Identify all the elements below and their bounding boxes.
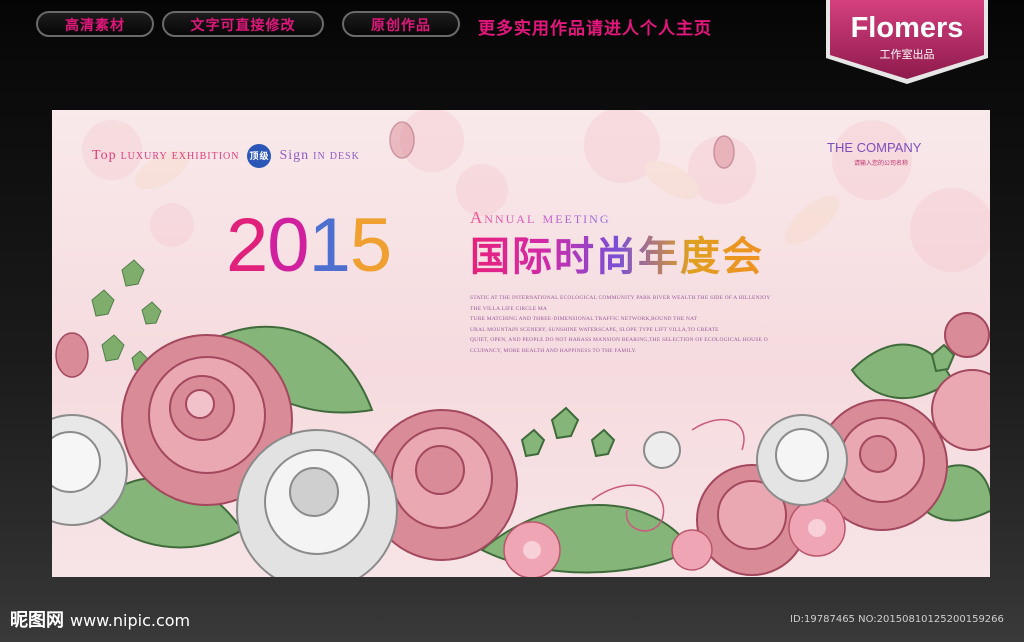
brand-logo: Flomers 工作室出品 [826, 0, 988, 84]
annual-meeting-heading: Annual meeting [470, 208, 611, 227]
year-digit: 1 [308, 203, 351, 288]
company-subtitle: 请输入您的公司名称 [854, 160, 909, 167]
description-paragraph: STATIC AT THE INTERNATIONAL ECOLOGICAL C… [470, 295, 771, 354]
year-digit: 5 [349, 203, 392, 288]
year-digit: 2 [226, 203, 268, 288]
brand-subtitle: 工作室出品 [879, 48, 935, 61]
company-name: THE COMPANY [827, 140, 922, 155]
year-heading: 2015 [226, 203, 392, 288]
original-work-button[interactable]: 原创作品 [342, 11, 460, 37]
promo-link[interactable]: 更多实用作品请进人个人主页 [478, 14, 712, 39]
brand-name: Flomers [850, 12, 964, 44]
hd-material-button[interactable]: 高清素材 [36, 11, 154, 37]
site-url[interactable]: www.nipic.com [70, 611, 190, 630]
event-title: 国际时尚年度会 [470, 234, 764, 280]
editable-text-button[interactable]: 文字可直接修改 [162, 11, 324, 37]
poster-banner: Top luxury exhibition 顶级 Sign in desk TH… [52, 110, 990, 577]
site-watermark: 昵图网 www.nipic.com [10, 606, 190, 632]
tagline: Top luxury exhibition 顶级 Sign in desk [92, 144, 360, 168]
image-id: ID:19787465 NO:20150810125200159266 [790, 614, 1004, 625]
top-level-badge: 顶级 [247, 144, 272, 168]
year-digit: 0 [267, 203, 309, 288]
site-name: 昵图网 [10, 610, 64, 631]
